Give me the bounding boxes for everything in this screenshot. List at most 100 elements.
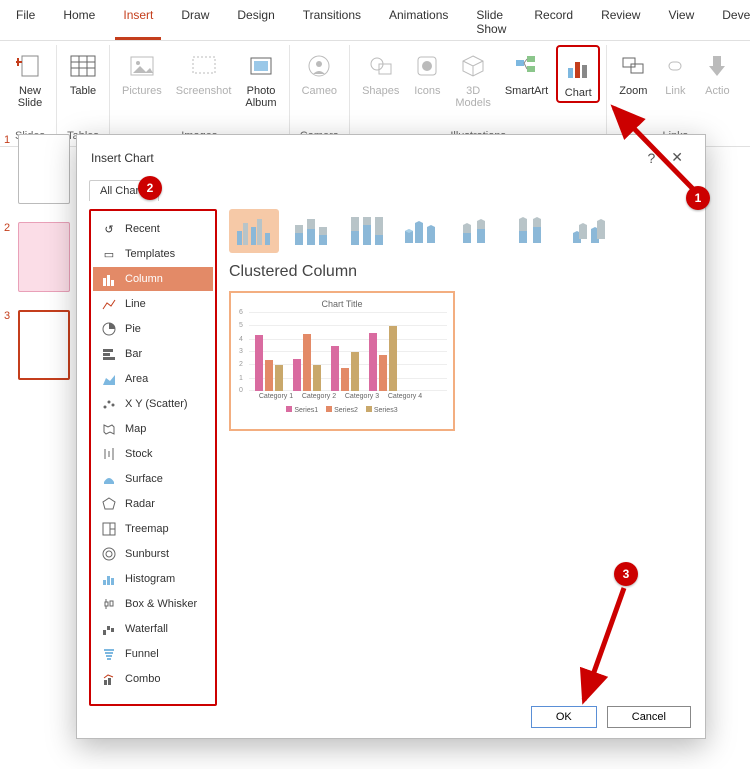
slide-number: 2 — [4, 222, 14, 292]
subtype-3d-stacked[interactable] — [453, 209, 503, 253]
slide-thumb-1[interactable]: 1 — [4, 134, 74, 204]
shapes-icon — [367, 52, 395, 80]
group-camera: Cameo Camera — [290, 45, 350, 146]
type-stock[interactable]: Stock — [93, 442, 213, 466]
tab-animations[interactable]: Animations — [381, 4, 456, 40]
pictures-icon — [128, 52, 156, 80]
tab-home[interactable]: Home — [55, 4, 103, 40]
dialog-tabs: All Charts — [77, 180, 705, 201]
type-sunburst[interactable]: Sunburst — [93, 542, 213, 566]
shapes-button[interactable]: Shapes — [356, 45, 405, 99]
bar-icon — [101, 346, 117, 362]
type-funnel[interactable]: Funnel — [93, 642, 213, 666]
group-links: Zoom Link Actio Links — [607, 45, 743, 146]
subtype-3d-100-stacked[interactable] — [509, 209, 559, 253]
box-whisker-icon — [101, 596, 117, 612]
tab-record[interactable]: Record — [526, 4, 581, 40]
callout-3: 3 — [614, 562, 638, 586]
smartart-icon — [513, 52, 541, 80]
tab-slideshow[interactable]: Slide Show — [468, 4, 514, 40]
scatter-icon — [101, 396, 117, 412]
insert-chart-dialog: Insert Chart ? ✕ All Charts ↺Recent ▭Tem… — [76, 134, 706, 739]
cancel-button[interactable]: Cancel — [607, 706, 691, 728]
slide-frame — [18, 134, 70, 204]
subtype-stacked-column[interactable] — [285, 209, 335, 253]
group-images: Pictures Screenshot Photo Album Images — [110, 45, 290, 146]
screenshot-button[interactable]: Screenshot — [170, 45, 238, 99]
chart-button[interactable]: Chart — [556, 45, 600, 103]
slide-thumb-3[interactable]: 3 — [4, 310, 74, 380]
table-icon — [69, 52, 97, 80]
icons-button[interactable]: Icons — [407, 45, 447, 99]
ok-button[interactable]: OK — [531, 706, 597, 728]
tab-developer[interactable]: Develo — [714, 4, 750, 40]
tab-file[interactable]: File — [8, 4, 43, 40]
cube-icon — [459, 52, 487, 80]
type-templates[interactable]: ▭Templates — [93, 242, 213, 266]
new-slide-button[interactable]: New Slide — [10, 45, 50, 111]
chart-type-list: ↺Recent ▭Templates Column Line Pie Bar A… — [89, 209, 217, 706]
type-line[interactable]: Line — [93, 292, 213, 316]
link-icon — [661, 52, 689, 80]
action-button[interactable]: Actio — [697, 45, 737, 99]
type-recent[interactable]: ↺Recent — [93, 217, 213, 241]
type-scatter[interactable]: X Y (Scatter) — [93, 392, 213, 416]
pictures-button[interactable]: Pictures — [116, 45, 168, 99]
tab-insert[interactable]: Insert — [115, 4, 161, 40]
icons-icon — [413, 52, 441, 80]
callout-2: 2 — [138, 176, 162, 200]
link-button[interactable]: Link — [655, 45, 695, 99]
type-bar[interactable]: Bar — [93, 342, 213, 366]
type-combo[interactable]: Combo — [93, 667, 213, 691]
type-radar[interactable]: Radar — [93, 492, 213, 516]
tab-draw[interactable]: Draw — [173, 4, 217, 40]
ribbon-tab-row: File Home Insert Draw Design Transitions… — [0, 0, 750, 41]
type-area[interactable]: Area — [93, 367, 213, 391]
type-column[interactable]: Column — [93, 267, 213, 291]
column-icon — [101, 271, 117, 287]
map-icon — [101, 421, 117, 437]
photo-album-button[interactable]: Photo Album — [239, 45, 282, 111]
subtype-100-stacked-column[interactable] — [341, 209, 391, 253]
sunburst-icon — [101, 546, 117, 562]
dialog-help-button[interactable]: ? — [639, 146, 663, 170]
slide-frame — [18, 310, 70, 380]
cameo-icon — [305, 52, 333, 80]
tab-view[interactable]: View — [660, 4, 702, 40]
dialog-footer: OK Cancel — [77, 696, 705, 738]
photo-album-icon — [247, 52, 275, 80]
slide-thumb-2[interactable]: 2 — [4, 222, 74, 292]
type-map[interactable]: Map — [93, 417, 213, 441]
waterfall-icon — [101, 621, 117, 637]
combo-icon — [101, 671, 117, 687]
dialog-close-button[interactable]: ✕ — [663, 145, 691, 170]
stock-icon — [101, 446, 117, 462]
type-pie[interactable]: Pie — [93, 317, 213, 341]
subtype-3d-column[interactable] — [565, 209, 615, 253]
cameo-button[interactable]: Cameo — [296, 45, 343, 99]
subtype-3d-clustered[interactable] — [397, 209, 447, 253]
type-waterfall[interactable]: Waterfall — [93, 617, 213, 641]
slide-number: 1 — [4, 134, 14, 204]
type-treemap[interactable]: Treemap — [93, 517, 213, 541]
subtype-clustered-column[interactable] — [229, 209, 279, 253]
action-icon — [703, 52, 731, 80]
chart-subtype-title: Clustered Column — [229, 263, 693, 281]
zoom-button[interactable]: Zoom — [613, 45, 653, 99]
table-button[interactable]: Table — [63, 45, 103, 99]
pie-icon — [101, 321, 117, 337]
surface-icon — [101, 471, 117, 487]
tab-review[interactable]: Review — [593, 4, 648, 40]
radar-icon — [101, 496, 117, 512]
smartart-button[interactable]: SmartArt — [499, 45, 554, 99]
preview-bars: 6 5 4 3 2 1 0 — [237, 313, 447, 391]
type-surface[interactable]: Surface — [93, 467, 213, 491]
screenshot-icon — [190, 52, 218, 80]
3d-models-button[interactable]: 3D Models — [449, 45, 496, 111]
chart-preview[interactable]: Chart Title 6 5 4 3 2 1 0 — [229, 291, 455, 431]
type-boxwhisker[interactable]: Box & Whisker — [93, 592, 213, 616]
chart-subtype-panel: Clustered Column Chart Title 6 5 4 3 2 1… — [217, 209, 693, 706]
type-histogram[interactable]: Histogram — [93, 567, 213, 591]
tab-design[interactable]: Design — [229, 4, 282, 40]
tab-transitions[interactable]: Transitions — [295, 4, 369, 40]
